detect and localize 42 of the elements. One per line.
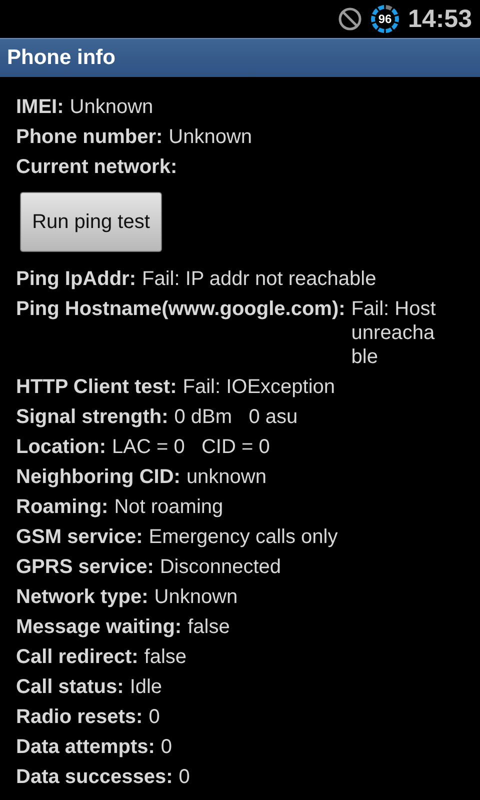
info-label: GSM service: xyxy=(16,525,143,549)
info-value: false xyxy=(144,645,187,669)
info-label: Location: xyxy=(16,435,106,459)
no-entry-icon xyxy=(338,7,362,31)
info-label: Data successes: xyxy=(16,765,173,789)
info-value: unknown xyxy=(186,465,266,489)
info-value: Fail: Host unreachable xyxy=(351,297,436,369)
info-label: Neighboring CID: xyxy=(16,465,180,489)
info-value: 0 xyxy=(178,765,190,789)
info-label: Phone number: xyxy=(16,125,163,149)
info-value: false xyxy=(188,615,230,639)
ping-test-button[interactable]: Run ping test xyxy=(20,192,162,252)
info-value: Fail: IOException xyxy=(182,375,336,399)
info-value: Emergency calls only xyxy=(148,525,338,549)
info-value: Unknown xyxy=(154,585,238,609)
info-value: 0 xyxy=(160,735,172,759)
info-value: Idle xyxy=(130,675,162,699)
info-label: IMEI: xyxy=(16,95,64,119)
info-value: LAC = 0 CID = 0 xyxy=(112,435,270,459)
info-label: Radio resets: xyxy=(16,705,143,729)
info-label: Current network: xyxy=(16,155,178,179)
info-value: Fail: IP addr not reachable xyxy=(142,267,376,291)
info-label: Ping IpAddr: xyxy=(16,267,136,291)
info-label: Ping Hostname(www.google.com): xyxy=(16,297,346,322)
info-label: HTTP Client test: xyxy=(16,375,177,399)
info-value: Not roaming xyxy=(114,495,224,519)
window-title: Phone info xyxy=(7,46,116,70)
info-label: Call status: xyxy=(16,675,124,699)
battery-indicator: 96 xyxy=(370,4,400,34)
info-value: Disconnected xyxy=(160,555,282,579)
clock-time: 14:53 xyxy=(408,4,472,34)
info-label: Roaming: xyxy=(16,495,108,519)
info-label: Data attempts: xyxy=(16,735,155,759)
info-label: Signal strength: xyxy=(16,405,168,429)
info-value: Unknown xyxy=(70,95,154,119)
info-value: Unknown xyxy=(168,125,252,149)
info-label: Network type: xyxy=(16,585,148,609)
info-label: Call redirect: xyxy=(16,645,138,669)
info-label: GPRS service: xyxy=(16,555,154,579)
info-value: 0 dBm 0 asu xyxy=(174,405,298,429)
info-label: Message waiting: xyxy=(16,615,182,639)
info-value: 0 xyxy=(148,705,160,729)
